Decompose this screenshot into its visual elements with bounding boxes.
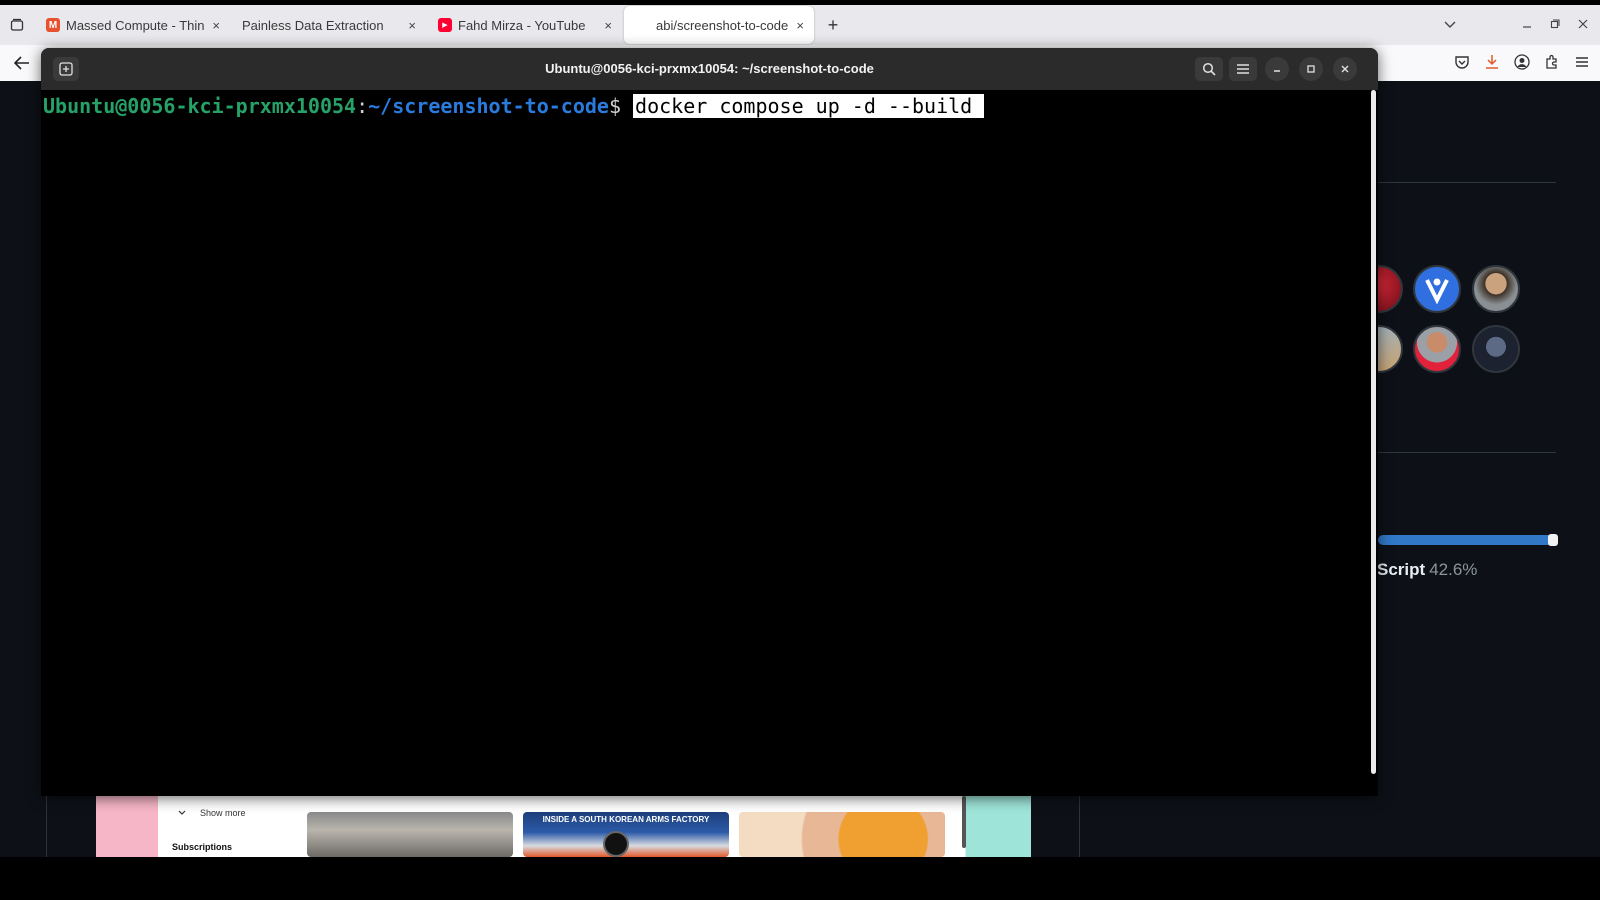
sidebar-divider: [1378, 182, 1556, 183]
terminal-window: Ubuntu@0056-kci-prxmx10054: ~/screenshot…: [41, 48, 1378, 796]
thumbnail-caption: INSIDE A SOUTH KOREAN ARMS FACTORY: [542, 815, 710, 824]
scrollbar[interactable]: [962, 796, 966, 848]
prompt-symbol: $: [608, 94, 634, 118]
tab-title: abi/screenshot-to-code:: [656, 17, 789, 33]
browser-tab-youtube[interactable]: ▶ Fahd Mirza - YouTube ×: [426, 6, 622, 44]
terminal-header-bar: Ubuntu@0056-kci-prxmx10054: ~/screenshot…: [41, 48, 1378, 90]
terminal-title: Ubuntu@0056-kci-prxmx10054: ~/screenshot…: [545, 61, 874, 76]
massed-compute-favicon-icon: M: [46, 18, 60, 32]
video-thumbnail[interactable]: [307, 812, 513, 857]
terminal-close-icon[interactable]: [1333, 57, 1357, 81]
new-tab-button[interactable]: +: [818, 10, 848, 40]
tab-list-icon[interactable]: [0, 5, 34, 45]
language-name: Script: [1377, 560, 1426, 579]
browser-tab-screenshot-to-code[interactable]: abi/screenshot-to-code: ×: [624, 6, 814, 44]
terminal-minimize-icon[interactable]: [1265, 57, 1289, 81]
video-thumbnail[interactable]: INSIDE A SOUTH KOREAN ARMS FACTORY: [523, 812, 729, 857]
contributor-avatar[interactable]: [1413, 325, 1461, 373]
thumbnail-object: [603, 831, 629, 857]
show-more-link[interactable]: Show more: [178, 808, 246, 818]
page-edge: [46, 796, 47, 857]
tab-title: Fahd Mirza - YouTube: [458, 17, 586, 33]
browser-tab-painless-data[interactable]: Painless Data Extraction ×: [230, 6, 426, 44]
contributor-avatar[interactable]: [1472, 265, 1520, 313]
video-thumbnail[interactable]: [739, 812, 945, 857]
tab-close-icon[interactable]: ×: [796, 18, 804, 33]
terminal-maximize-icon[interactable]: [1299, 57, 1323, 81]
download-icon[interactable]: [1484, 54, 1500, 73]
subscriptions-heading: Subscriptions: [172, 842, 233, 852]
chevron-down-icon: [178, 810, 186, 815]
tab-title: Massed Compute - Think: [66, 17, 205, 33]
youtube-favicon-icon: ▶: [438, 18, 452, 32]
typed-command[interactable]: docker compose up -d --build: [633, 94, 985, 118]
screen-bottom-edge: [0, 857, 1600, 900]
tab-overflow-chevron-icon[interactable]: [1444, 18, 1456, 32]
page-edge: [1079, 796, 1080, 857]
nav-toolbar-icons: [1454, 51, 1590, 75]
sidebar-divider: [1378, 452, 1556, 453]
terminal-scrollbar[interactable]: [1371, 90, 1376, 774]
tab-close-icon[interactable]: ×: [212, 18, 220, 33]
back-arrow-icon[interactable]: [10, 51, 34, 75]
new-terminal-tab-icon[interactable]: [53, 57, 79, 81]
language-stat: Script 42.6%: [1377, 560, 1477, 580]
prompt-user-host: Ubuntu@0056-kci-prxmx10054: [43, 94, 357, 118]
youtube-preview-strip: Show more Subscriptions INSIDE A SOUTH K…: [96, 796, 1031, 857]
language-bar: [1378, 534, 1558, 546]
tab-title: Painless Data Extraction: [242, 17, 384, 33]
close-window-icon[interactable]: [1578, 18, 1588, 32]
tab-close-icon[interactable]: ×: [604, 18, 612, 33]
prompt-colon: :: [356, 94, 369, 118]
youtube-sidebar: Show more Subscriptions: [158, 796, 308, 857]
restore-icon[interactable]: [1550, 18, 1560, 32]
browser-tab-bar: M Massed Compute - Think × Painless Data…: [0, 5, 1600, 45]
pocket-icon[interactable]: [1454, 54, 1470, 73]
menu-icon[interactable]: [1574, 54, 1590, 73]
terminal-search-icon[interactable]: [1195, 57, 1223, 81]
contributor-avatar[interactable]: [1413, 265, 1461, 313]
extensions-icon[interactable]: [1544, 54, 1560, 73]
account-icon[interactable]: [1514, 53, 1530, 73]
terminal-body[interactable]: Ubuntu@0056-kci-prxmx10054:~/screenshot-…: [41, 90, 1378, 796]
window-controls: [1444, 5, 1600, 45]
prompt-path: ~/screenshot-to-code: [368, 94, 609, 118]
tab-close-icon[interactable]: ×: [408, 18, 416, 33]
terminal-menu-icon[interactable]: [1229, 57, 1257, 81]
minimize-icon[interactable]: [1522, 18, 1532, 32]
language-percent: 42.6%: [1429, 560, 1478, 579]
github-favicon-icon: [636, 18, 650, 32]
contributor-avatar[interactable]: [1472, 325, 1520, 373]
terminal-prompt-line: Ubuntu@0056-kci-prxmx10054:~/screenshot-…: [43, 90, 1376, 120]
browser-tab-massed-compute[interactable]: M Massed Compute - Think ×: [34, 6, 230, 44]
